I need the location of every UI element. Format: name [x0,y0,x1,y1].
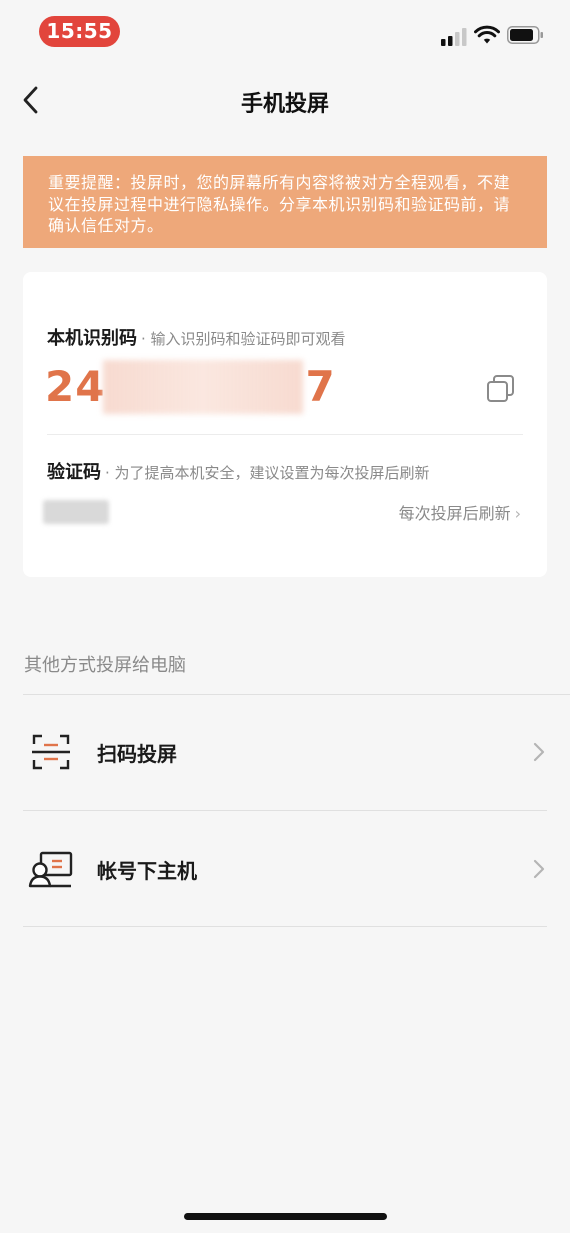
computer-user-icon [28,851,73,888]
device-code-start: 24 [45,362,106,411]
chevron-right-icon [533,859,545,879]
refresh-option-label: 每次投屏后刷新 [398,504,511,523]
verify-code-row: 验证码 · 为了提高本机安全，建议设置为每次投屏后刷新 [47,458,430,484]
battery-icon [507,26,543,44]
status-bar: 15:55 [0,0,570,64]
wifi-icon [474,25,500,44]
verify-code-label: 验证码 [47,462,101,483]
section-title: 其他方式投屏给电脑 [24,655,186,676]
list-item-scan-cast[interactable]: 扫码投屏 [0,694,570,810]
chevron-right-icon [533,742,545,762]
device-code-card: 本机识别码 · 输入识别码和验证码即可观看 24 7 验证码 · 为了提高本机安全，建… [23,272,547,577]
page-title: 手机投屏 [240,92,329,117]
chevron-right-icon: › [514,504,521,523]
copy-icon[interactable] [486,374,516,404]
device-code-row: 本机识别码 · 输入识别码和验证码即可观看 [47,324,346,350]
verify-code-hint: · 为了提高本机安全，建议设置为每次投屏后刷新 [105,464,430,482]
card-divider [47,434,523,435]
device-code-label: 本机识别码 [47,328,137,349]
home-indicator [184,1213,387,1220]
refresh-option-selector[interactable]: 每次投屏后刷新 › [399,500,521,524]
warning-text: 重要提醒：投屏时，您的屏幕所有内容将被对方全程观看，不建议在投屏过程中进行隐私操… [48,173,511,235]
device-code-hint: · 输入识别码和验证码即可观看 [141,330,346,348]
device-code-end: 7 [305,362,336,411]
account-host-label: 帐号下主机 [97,859,197,883]
scan-icon [32,734,70,770]
verify-code-redacted [43,500,109,524]
list-item-account-host[interactable]: 帐号下主机 [0,810,570,926]
scan-cast-label: 扫码投屏 [97,742,177,766]
list-divider [23,926,547,927]
nav-bar: 手机投屏 [0,64,570,138]
privacy-warning-banner: 重要提醒：投屏时，您的屏幕所有内容将被对方全程观看，不建议在投屏过程中进行隐私操… [23,156,547,248]
device-code-redacted [103,360,303,414]
cellular-signal-icon [441,28,467,46]
screen: 15:55 手机投屏 重要提醒：投屏时，您的屏幕所有内容将被对方全程观看，不建议… [0,0,570,1233]
status-time: 15:55 [39,16,120,47]
